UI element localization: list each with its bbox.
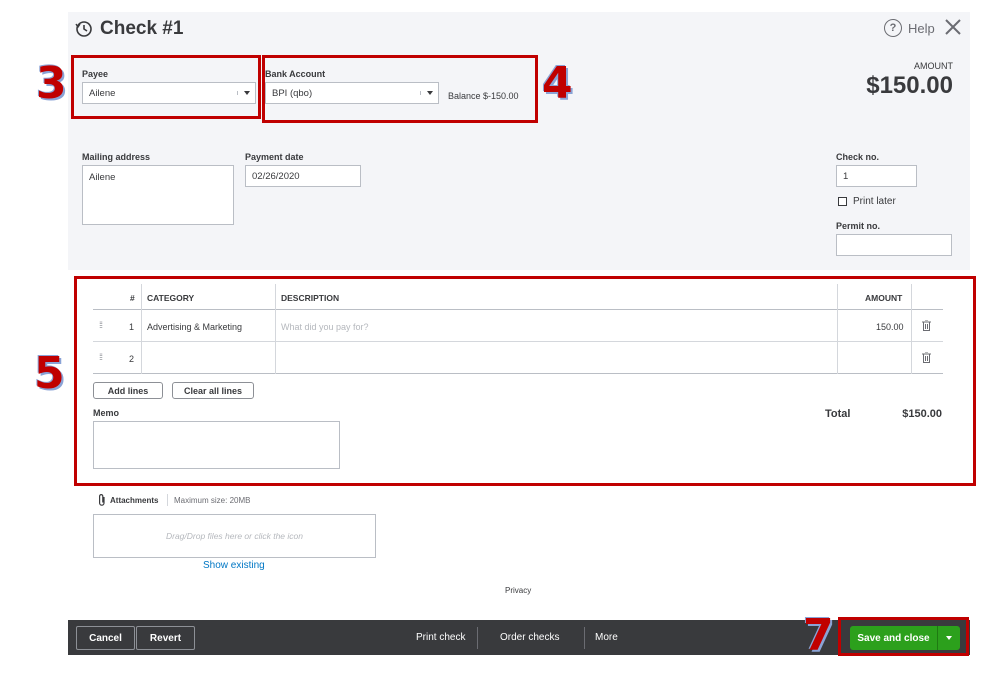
total-label: Total bbox=[825, 408, 851, 420]
col-header-num: # bbox=[130, 293, 135, 303]
row-1-amount[interactable]: 150.00 bbox=[876, 322, 904, 332]
clear-all-lines-button[interactable]: Clear all lines bbox=[172, 382, 254, 399]
privacy-link[interactable]: Privacy bbox=[505, 586, 531, 595]
drag-handle-icon[interactable]: ⁞⁞ bbox=[99, 352, 103, 362]
permit-no-field[interactable] bbox=[836, 234, 952, 256]
row-divider bbox=[93, 341, 943, 342]
print-check-link[interactable]: Print check bbox=[416, 632, 465, 643]
annotation-4: 4 bbox=[542, 58, 573, 109]
header-divider bbox=[93, 309, 943, 310]
paperclip-icon[interactable] bbox=[97, 493, 107, 507]
help-label: Help bbox=[908, 20, 935, 36]
trash-icon[interactable] bbox=[922, 352, 931, 363]
revert-button[interactable]: Revert bbox=[136, 626, 195, 650]
mailing-address-field[interactable]: Ailene bbox=[82, 165, 234, 225]
footer-divider bbox=[477, 627, 478, 649]
row-1-category[interactable]: Advertising & Marketing bbox=[147, 322, 242, 332]
more-link[interactable]: More bbox=[595, 632, 618, 643]
memo-label: Memo bbox=[93, 408, 120, 418]
payment-date-label: Payment date bbox=[245, 152, 304, 162]
col-divider bbox=[837, 284, 838, 374]
annotation-5: 5 bbox=[34, 348, 65, 399]
annotation-3: 3 bbox=[36, 58, 67, 109]
category-table: # CATEGORY DESCRIPTION AMOUNT ⁞⁞ 1 Adver… bbox=[93, 284, 943, 376]
cancel-button[interactable]: Cancel bbox=[76, 626, 135, 650]
table-bottom-divider bbox=[93, 373, 943, 374]
col-divider bbox=[911, 284, 912, 374]
check-no-label: Check no. bbox=[836, 152, 880, 162]
row-1-description[interactable]: What did you pay for? bbox=[281, 322, 369, 332]
col-header-description: DESCRIPTION bbox=[281, 293, 340, 303]
recent-transactions-icon[interactable] bbox=[74, 19, 94, 39]
amount-label: AMOUNT bbox=[914, 61, 953, 71]
col-divider bbox=[275, 284, 276, 374]
show-existing-link[interactable]: Show existing bbox=[203, 560, 265, 571]
trash-icon[interactable] bbox=[922, 320, 931, 331]
footer-divider bbox=[584, 627, 585, 649]
close-icon[interactable] bbox=[942, 16, 964, 38]
annotation-box-4 bbox=[262, 55, 538, 123]
help-icon: ? bbox=[884, 19, 902, 37]
annotation-7: 7 bbox=[803, 610, 834, 661]
col-header-amount: AMOUNT bbox=[865, 293, 903, 303]
attachments-label: Attachments bbox=[110, 496, 159, 505]
amount-value: $150.00 bbox=[866, 72, 953, 99]
annotation-box-7 bbox=[838, 617, 969, 656]
row-2-num: 2 bbox=[129, 354, 135, 364]
row-1-num: 1 bbox=[129, 322, 135, 332]
payment-date-field[interactable]: 02/26/2020 bbox=[245, 165, 361, 187]
print-later-checkbox[interactable] bbox=[838, 197, 847, 206]
divider bbox=[167, 494, 168, 506]
order-checks-link[interactable]: Order checks bbox=[500, 632, 559, 643]
annotation-box-3 bbox=[71, 55, 261, 119]
help-button[interactable]: ? Help bbox=[884, 19, 935, 37]
attachments-dropzone[interactable]: Drag/Drop files here or click the icon bbox=[93, 514, 376, 558]
total-value: $150.00 bbox=[902, 408, 942, 420]
attachments-max-size: Maximum size: 20MB bbox=[174, 496, 251, 505]
header-band bbox=[68, 12, 970, 270]
memo-field[interactable] bbox=[93, 421, 340, 469]
drag-handle-icon[interactable]: ⁞⁞ bbox=[99, 320, 103, 330]
print-later-label: Print later bbox=[853, 196, 896, 207]
page-title: Check #1 bbox=[100, 18, 184, 39]
col-divider bbox=[141, 284, 142, 374]
add-lines-button[interactable]: Add lines bbox=[93, 382, 163, 399]
check-no-field[interactable]: 1 bbox=[836, 165, 917, 187]
mailing-address-label: Mailing address bbox=[82, 152, 151, 162]
col-header-category: CATEGORY bbox=[147, 293, 195, 303]
permit-no-label: Permit no. bbox=[836, 221, 881, 231]
